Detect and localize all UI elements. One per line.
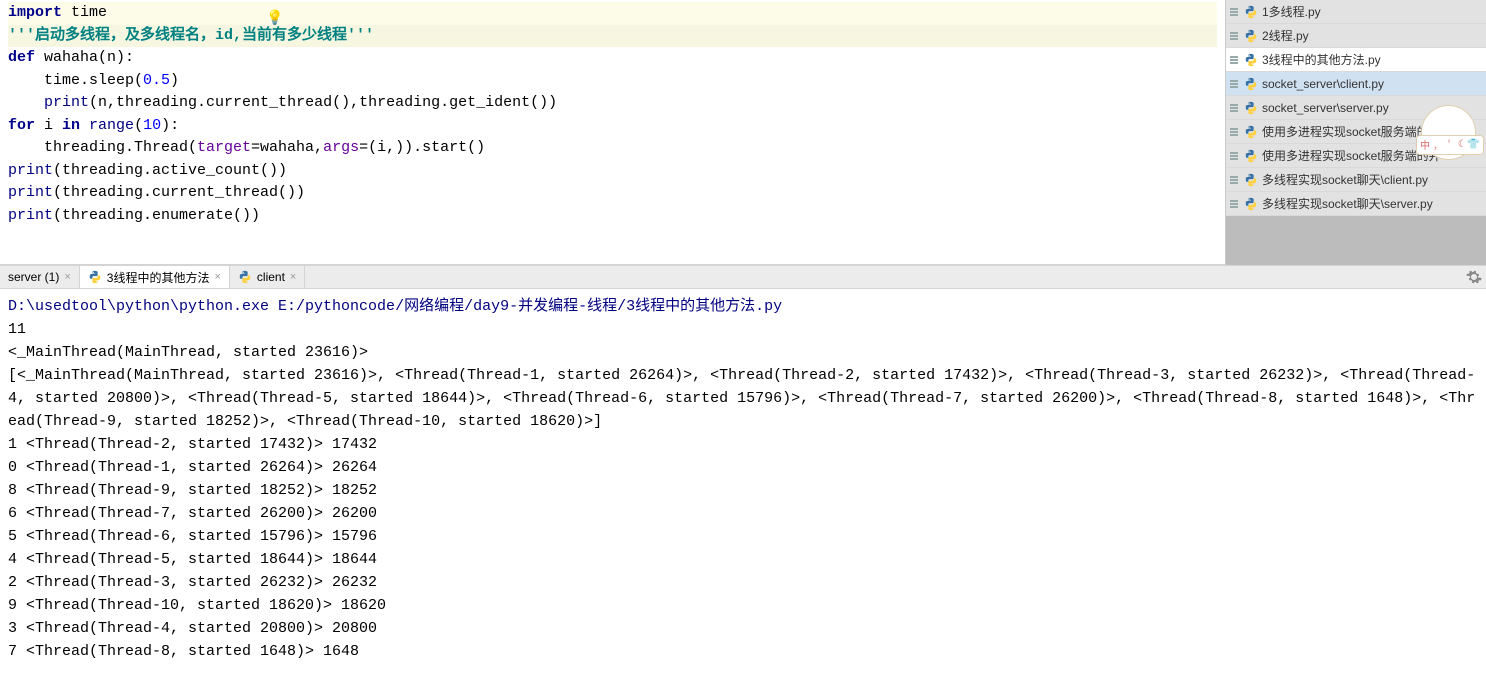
sidebar-item-label: socket_server\client.py: [1262, 77, 1480, 91]
drag-handle-icon: [1230, 5, 1238, 19]
run-tab[interactable]: 3线程中的其他方法 ×: [80, 266, 230, 288]
gear-icon[interactable]: [1466, 269, 1482, 289]
drag-handle-icon: [1230, 101, 1238, 115]
python-file-icon: [238, 270, 252, 284]
python-file-icon: [1244, 77, 1258, 91]
sidebar-item-label: 3线程中的其他方法.py: [1262, 51, 1480, 68]
sidebar-item-file[interactable]: 多线程实现socket聊天\server.py: [1226, 192, 1486, 216]
sidebar-item-file[interactable]: socket_server\client.py: [1226, 72, 1486, 96]
python-file-icon: [1244, 149, 1258, 163]
sidebar-item-label: 2线程.py: [1262, 27, 1480, 44]
python-file-icon: [1244, 125, 1258, 139]
console-output: 11 <_MainThread(MainThread, started 2361…: [8, 318, 1478, 663]
run-tabbar: server (1) × 3线程中的其他方法 × client ×: [0, 265, 1486, 289]
python-file-icon: [1244, 101, 1258, 115]
sidebar-item-file[interactable]: 1多线程.py: [1226, 0, 1486, 24]
intention-bulb-icon[interactable]: 💡: [266, 10, 283, 27]
sidebar-empty-area: [1226, 216, 1486, 265]
drag-handle-icon: [1230, 197, 1238, 211]
sidebar-item-label: 多线程实现socket聊天\client.py: [1262, 171, 1480, 188]
ime-badge: 中，' ☾ 👕: [1416, 135, 1484, 155]
sidebar-item-file[interactable]: 2线程.py: [1226, 24, 1486, 48]
close-icon[interactable]: ×: [64, 271, 70, 283]
sidebar-item-file[interactable]: 多线程实现socket聊天\client.py: [1226, 168, 1486, 192]
sidebar-item-label: 多线程实现socket聊天\server.py: [1262, 195, 1480, 212]
drag-handle-icon: [1230, 29, 1238, 43]
drag-handle-icon: [1230, 77, 1238, 91]
code-editor[interactable]: 💡 import time '''启动多线程，及多线程名，id,当前有多少线程'…: [0, 0, 1226, 265]
sidebar-item-file[interactable]: 3线程中的其他方法.py: [1226, 48, 1486, 72]
close-icon[interactable]: ×: [290, 271, 296, 283]
run-console[interactable]: D:\usedtool\python\python.exe E:/pythonc…: [0, 289, 1486, 669]
python-file-icon: [1244, 53, 1258, 67]
run-tab[interactable]: client ×: [230, 266, 305, 288]
close-icon[interactable]: ×: [214, 271, 220, 283]
drag-handle-icon: [1230, 125, 1238, 139]
drag-handle-icon: [1230, 149, 1238, 163]
run-tab[interactable]: server (1) ×: [0, 266, 80, 288]
console-command: D:\usedtool\python\python.exe E:/pythonc…: [8, 295, 1478, 318]
python-file-icon: [1244, 29, 1258, 43]
python-file-icon: [88, 270, 102, 284]
code-content: import time '''启动多线程，及多线程名，id,当前有多少线程'''…: [0, 0, 1225, 229]
python-file-icon: [1244, 5, 1258, 19]
python-file-icon: [1244, 173, 1258, 187]
sidebar-item-label: 1多线程.py: [1262, 3, 1480, 20]
tab-label: 3线程中的其他方法: [107, 269, 210, 286]
drag-handle-icon: [1230, 53, 1238, 67]
ime-widget[interactable]: 中，' ☾ 👕: [1421, 105, 1481, 170]
drag-handle-icon: [1230, 173, 1238, 187]
tab-label: server (1): [8, 270, 59, 284]
tab-label: client: [257, 270, 285, 284]
python-file-icon: [1244, 197, 1258, 211]
